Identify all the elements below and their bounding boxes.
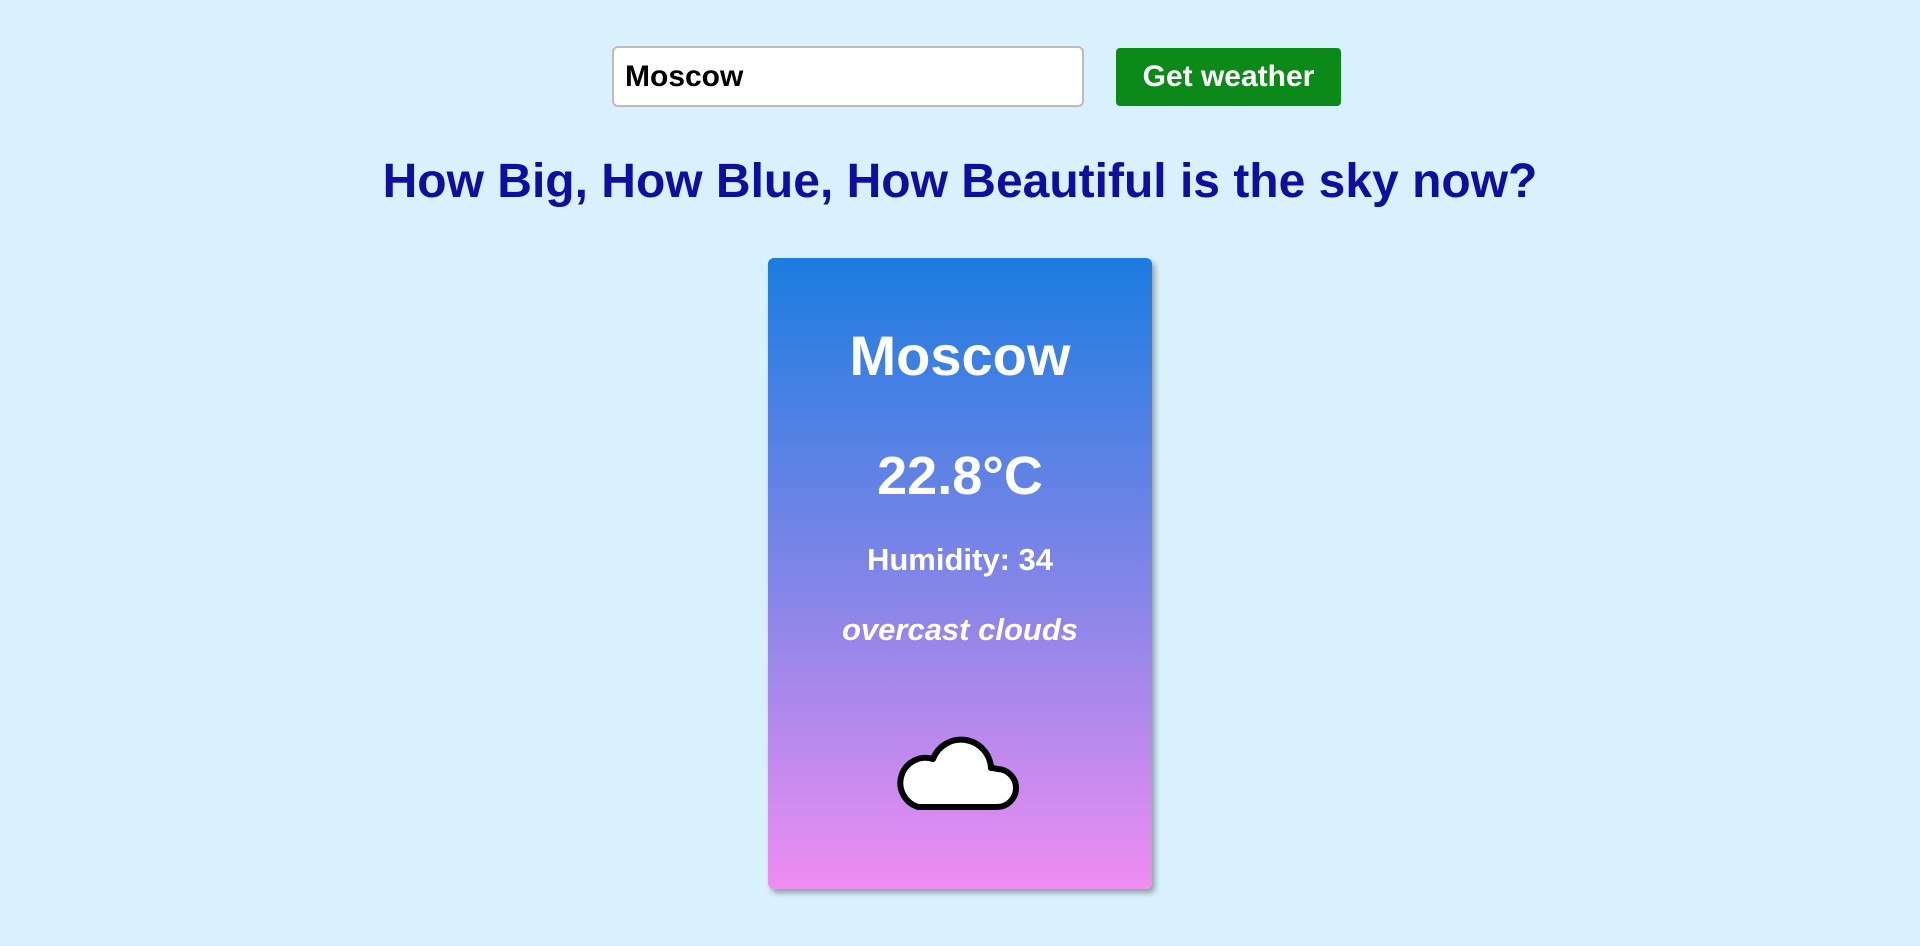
weather-description: overcast clouds	[841, 612, 1079, 647]
cloud-icon	[897, 736, 1019, 810]
get-weather-button[interactable]: Get weather	[1116, 47, 1341, 106]
search-bar: Get weather	[612, 46, 1341, 107]
weather-humidity: Humidity: 34	[866, 542, 1054, 577]
weather-city-name: Moscow	[849, 324, 1071, 387]
weather-card: Moscow 22.8°C Humidity: 34 overcast clou…	[768, 258, 1152, 889]
page-heading: How Big, How Blue, How Beautiful is the …	[382, 155, 1538, 208]
weather-temperature: 22.8°C	[877, 446, 1043, 506]
city-search-input[interactable]	[612, 46, 1084, 107]
